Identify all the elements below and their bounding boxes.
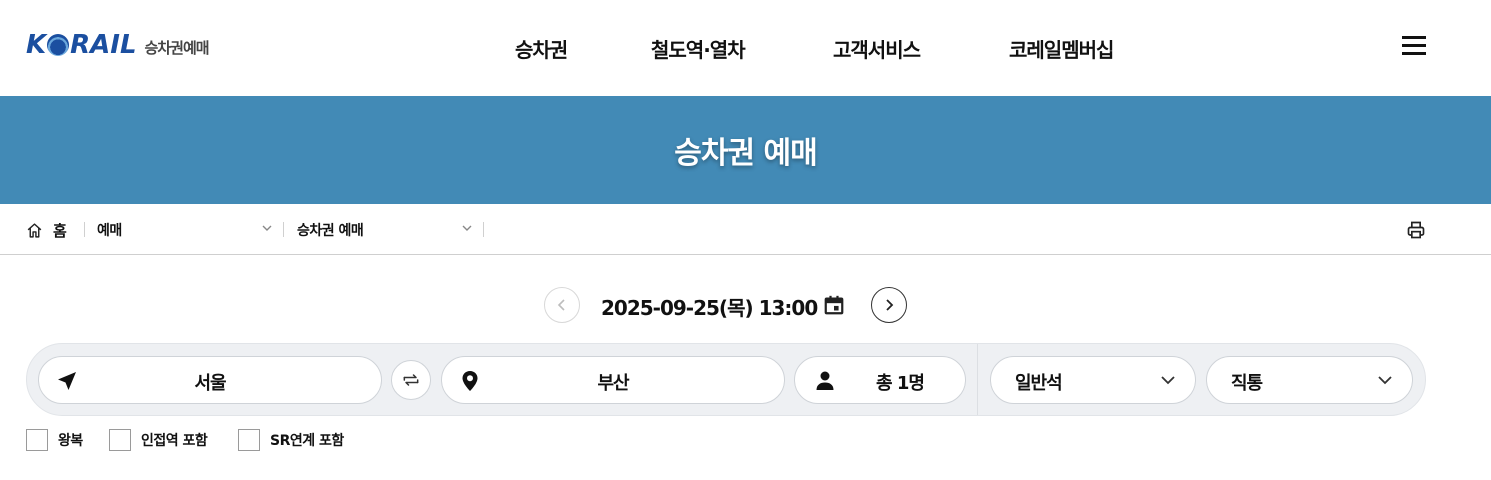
breadcrumb-home[interactable]: 홈 [26,220,67,241]
breadcrumb: 홈 예매 승차권 예매 [0,204,1491,255]
breadcrumb-level2-dropdown[interactable]: 승차권 예매 [297,219,473,241]
breadcrumb-level2-label: 승차권 예매 [297,223,364,239]
breadcrumb-divider [84,222,85,237]
round-trip-option[interactable]: 왕복 [26,429,83,451]
print-icon[interactable] [1406,220,1426,240]
seat-class-value: 일반석 [1015,373,1063,394]
nearby-station-checkbox[interactable] [109,429,131,451]
round-trip-checkbox[interactable] [26,429,48,451]
breadcrumb-level1-label: 예매 [97,223,122,239]
nav-item-stations-trains[interactable]: 철도역·열차 [651,34,746,63]
nav-item-tickets[interactable]: 승차권 [515,34,568,63]
seat-class-select[interactable]: 일반석 [990,356,1196,404]
arrival-station-value: 부산 [597,373,629,394]
sr-link-label: SR연계 포함 [270,433,344,449]
nav-item-membership[interactable]: 코레일멤버십 [1009,34,1114,63]
page-banner: 승차권 예매 [0,96,1491,204]
departure-station-value: 서울 [194,373,226,394]
chevron-right-icon [886,299,894,311]
search-bar-divider [977,344,978,415]
hamburger-icon[interactable] [1402,36,1426,56]
breadcrumb-divider [483,222,484,237]
passenger-count-field[interactable]: 총 1명 [794,356,966,404]
nearby-station-label: 인접역 포함 [141,433,208,449]
round-trip-label: 왕복 [58,433,83,449]
swap-arrows-icon [403,374,419,386]
selected-datetime[interactable]: 2025-09-25(목) 13:00 [601,292,818,321]
nav-item-customer-service[interactable]: 고객서비스 [833,34,921,63]
main-navigation: 승차권 철도역·열차 고객서비스 코레일멤버십 [0,34,1491,62]
site-header: K RAIL 승차권예매 승차권 철도역·열차 고객서비스 코레일멤버십 [0,0,1491,96]
calendar-icon[interactable] [823,294,845,316]
swap-stations-button[interactable] [391,360,431,400]
prev-date-button[interactable] [544,287,580,323]
departure-station-field[interactable]: 서울 [38,356,382,404]
sr-link-checkbox[interactable] [238,429,260,451]
chevron-down-icon [462,225,472,231]
person-icon [816,371,834,390]
nearby-station-option[interactable]: 인접역 포함 [109,429,208,451]
page-title: 승차권 예매 [674,136,817,171]
chevron-down-icon [1161,376,1175,385]
arrival-station-field[interactable]: 부산 [441,356,785,404]
date-selector: 2025-09-25(목) 13:00 [0,286,1491,326]
train-type-value: 직통 [1231,373,1263,394]
breadcrumb-level1-dropdown[interactable]: 예매 [97,219,273,241]
home-icon [27,223,42,238]
next-date-button[interactable] [871,287,907,323]
chevron-down-icon [262,225,272,231]
passenger-count-value: 총 1명 [876,373,925,394]
sr-link-option[interactable]: SR연계 포함 [238,429,344,451]
train-type-select[interactable]: 직통 [1206,356,1413,404]
search-options: 왕복 인접역 포함 SR연계 포함 [26,429,426,453]
chevron-down-icon [1378,376,1392,385]
breadcrumb-divider [283,222,284,237]
chevron-left-icon [557,299,565,311]
breadcrumb-home-label: 홈 [53,222,67,240]
ticket-search-bar: 서울 부산 총 1명 일반석 직통 [26,343,1426,416]
